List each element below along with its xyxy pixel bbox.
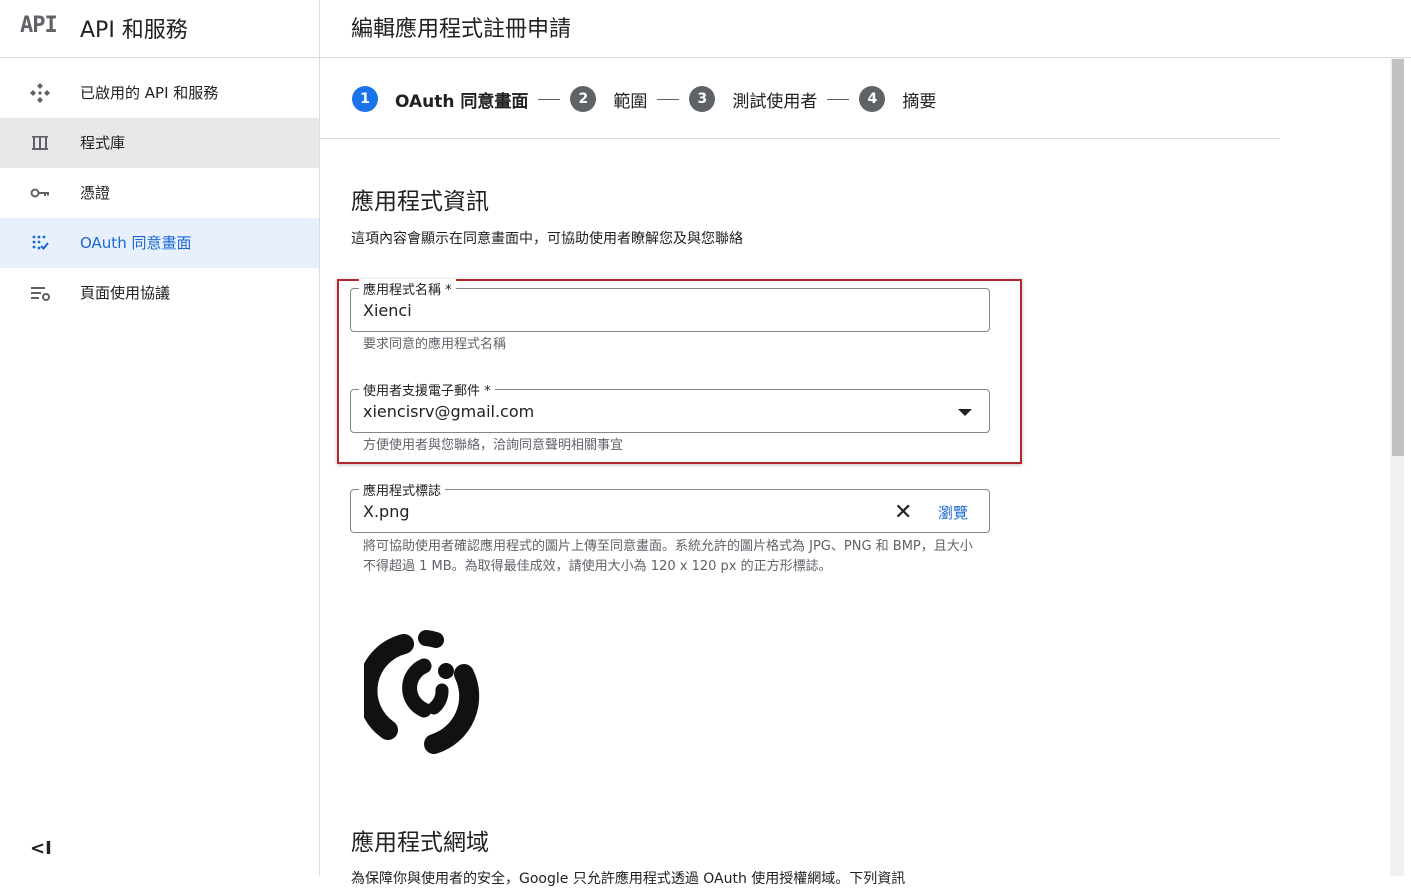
- section-description: 為保障你與使用者的安全，Google 只允許應用程式透過 OAuth 使用授權網…: [351, 871, 906, 887]
- sidebar-item-label: 程式庫: [80, 134, 126, 152]
- sidebar: API API 和服務 已啟用的 API 和服務 程式庫 憑證 OAuth 同意…: [0, 0, 320, 876]
- page-header: 編輯應用程式註冊申請: [320, 0, 1411, 58]
- app-name-hint: 要求同意的應用程式名稱: [363, 337, 507, 352]
- sidebar-item-label: OAuth 同意畫面: [80, 234, 192, 252]
- sidebar-item-enabled-apis[interactable]: 已啟用的 API 和服務: [0, 68, 319, 118]
- step-label: 摘要: [902, 91, 937, 112]
- clear-icon[interactable]: ✕: [894, 500, 912, 525]
- stepper: 1 OAuth 同意畫面 2 範圍 3 測試使用者 4 摘要: [352, 84, 936, 114]
- step-separator: [538, 98, 561, 100]
- sidebar-item-label: 頁面使用協議: [80, 284, 171, 302]
- app-name-input[interactable]: Xienci: [363, 301, 412, 320]
- library-icon: [28, 131, 52, 155]
- step-test-users[interactable]: 3 測試使用者: [689, 86, 817, 112]
- sidebar-item-credentials[interactable]: 憑證: [0, 168, 319, 218]
- sidebar-item-page-usage-agreements[interactable]: 頁面使用協議: [0, 268, 319, 318]
- section-title-app-domain: 應用程式網域: [351, 830, 489, 856]
- divider: [320, 138, 1280, 139]
- api-diamond-icon: [28, 81, 52, 105]
- logo-filename: X.png: [363, 502, 410, 521]
- step-label: 範圍: [613, 91, 648, 112]
- step-scopes[interactable]: 2 範圍: [570, 86, 647, 112]
- step-number: 3: [689, 86, 716, 112]
- step-number: 2: [570, 86, 597, 112]
- collapse-sidebar-button[interactable]: <I: [30, 838, 52, 859]
- field-label: 應用程式名稱 *: [359, 279, 456, 298]
- page-title: 編輯應用程式註冊申請: [351, 17, 572, 42]
- scrollbar-thumb[interactable]: [1392, 59, 1404, 456]
- step-number: 4: [859, 86, 886, 112]
- step-label: 測試使用者: [732, 91, 818, 112]
- sidebar-header: API API 和服務: [0, 0, 319, 58]
- api-logo: API: [20, 13, 58, 38]
- step-oauth-consent[interactable]: 1 OAuth 同意畫面: [352, 86, 528, 112]
- app-logo-field[interactable]: 應用程式標誌 X.png ✕ 瀏覽: [350, 480, 990, 533]
- support-email-select[interactable]: 使用者支援電子郵件 * xiencisrv@gmail.com: [350, 380, 990, 433]
- sidebar-item-label: 憑證: [80, 184, 111, 202]
- section-title-app-info: 應用程式資訊: [351, 189, 489, 215]
- sidebar-nav: 已啟用的 API 和服務 程式庫 憑證 OAuth 同意畫面 頁面使用協議: [0, 68, 319, 318]
- browse-button[interactable]: 瀏覽: [938, 502, 968, 523]
- sidebar-item-label: 已啟用的 API 和服務: [80, 84, 219, 102]
- step-label: OAuth 同意畫面: [395, 91, 529, 112]
- field-label: 使用者支援電子郵件 *: [359, 380, 495, 399]
- app-logo-hint: 將可協助使用者確認應用程式的圖片上傳至同意畫面。系統允許的圖片格式為 JPG、P…: [363, 539, 973, 574]
- sidebar-item-oauth-consent[interactable]: OAuth 同意畫面: [0, 218, 319, 268]
- support-email-value[interactable]: xiencisrv@gmail.com: [363, 402, 534, 421]
- step-separator: [827, 98, 850, 100]
- sidebar-title[interactable]: API 和服務: [80, 12, 188, 44]
- app-name-field[interactable]: 應用程式名稱 * Xienci: [350, 279, 990, 332]
- dropdown-arrow-icon[interactable]: [958, 409, 972, 416]
- oauth-consent-icon: [28, 231, 52, 255]
- settings-list-icon: [28, 281, 52, 305]
- support-email-hint: 方便使用者與您聯絡，洽詢同意聲明相關事宜: [363, 438, 624, 453]
- step-summary[interactable]: 4 摘要: [859, 86, 936, 112]
- sidebar-item-library[interactable]: 程式庫: [0, 118, 319, 168]
- section-description: 這項內容會顯示在同意畫面中，可協助使用者瞭解您及與您聯絡: [351, 231, 743, 247]
- step-number: 1: [352, 86, 378, 112]
- field-label: 應用程式標誌: [359, 480, 446, 499]
- step-separator: [657, 98, 680, 100]
- app-logo-preview: [364, 630, 480, 754]
- key-icon: [28, 181, 52, 205]
